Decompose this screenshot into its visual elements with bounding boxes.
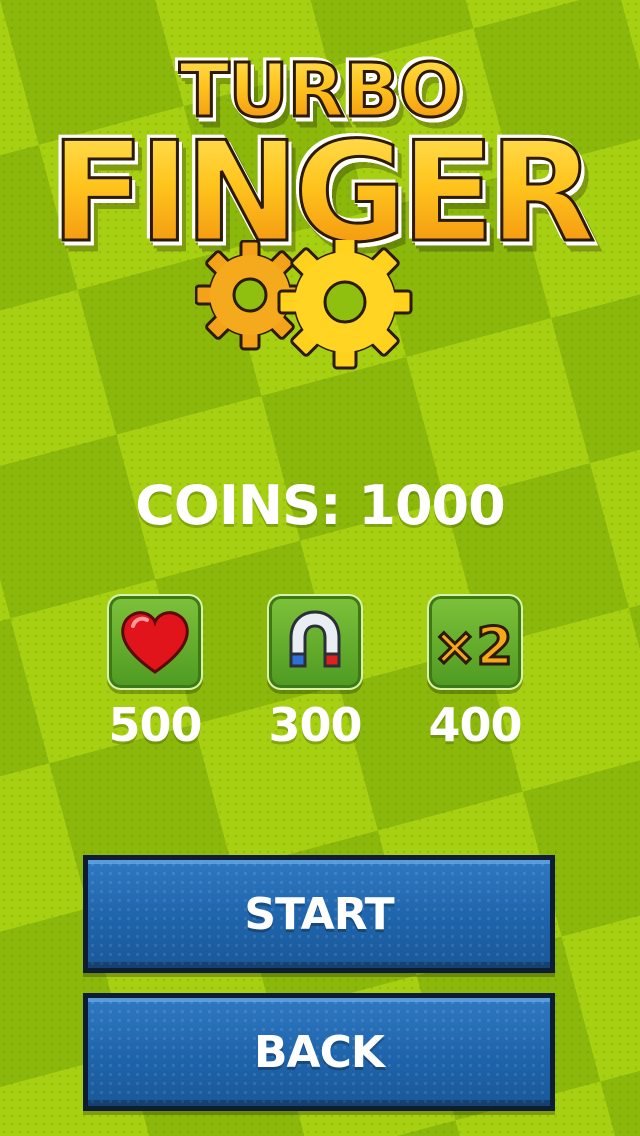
- back-button[interactable]: BACK: [83, 993, 555, 1111]
- magnet-icon: [289, 610, 341, 668]
- powerup-x2-tile[interactable]: ×2: [427, 594, 523, 690]
- game-logo: TURBO FINGER: [0, 0, 640, 380]
- gears-icon: [195, 240, 413, 370]
- powerup-magnet-price: 300: [268, 698, 362, 752]
- powerup-x2[interactable]: ×2 400: [427, 594, 523, 752]
- powerup-heart-tile[interactable]: [107, 594, 203, 690]
- powerup-heart[interactable]: 500: [107, 594, 203, 752]
- powerup-magnet[interactable]: 300: [267, 594, 363, 752]
- coins-display: COINS: 1000: [0, 474, 640, 537]
- coins-label: COINS:: [135, 474, 341, 537]
- coins-value: 1000: [358, 474, 505, 537]
- x2-icon: ×2: [432, 616, 515, 679]
- heart-icon: [121, 611, 189, 674]
- start-button-label: START: [244, 888, 394, 940]
- powerup-heart-price: 500: [108, 698, 202, 752]
- svg-text:×2: ×2: [433, 617, 513, 677]
- back-button-label: BACK: [254, 1026, 385, 1078]
- powerup-magnet-tile[interactable]: [267, 594, 363, 690]
- start-button[interactable]: START: [83, 855, 555, 973]
- powerup-x2-price: 400: [428, 698, 522, 752]
